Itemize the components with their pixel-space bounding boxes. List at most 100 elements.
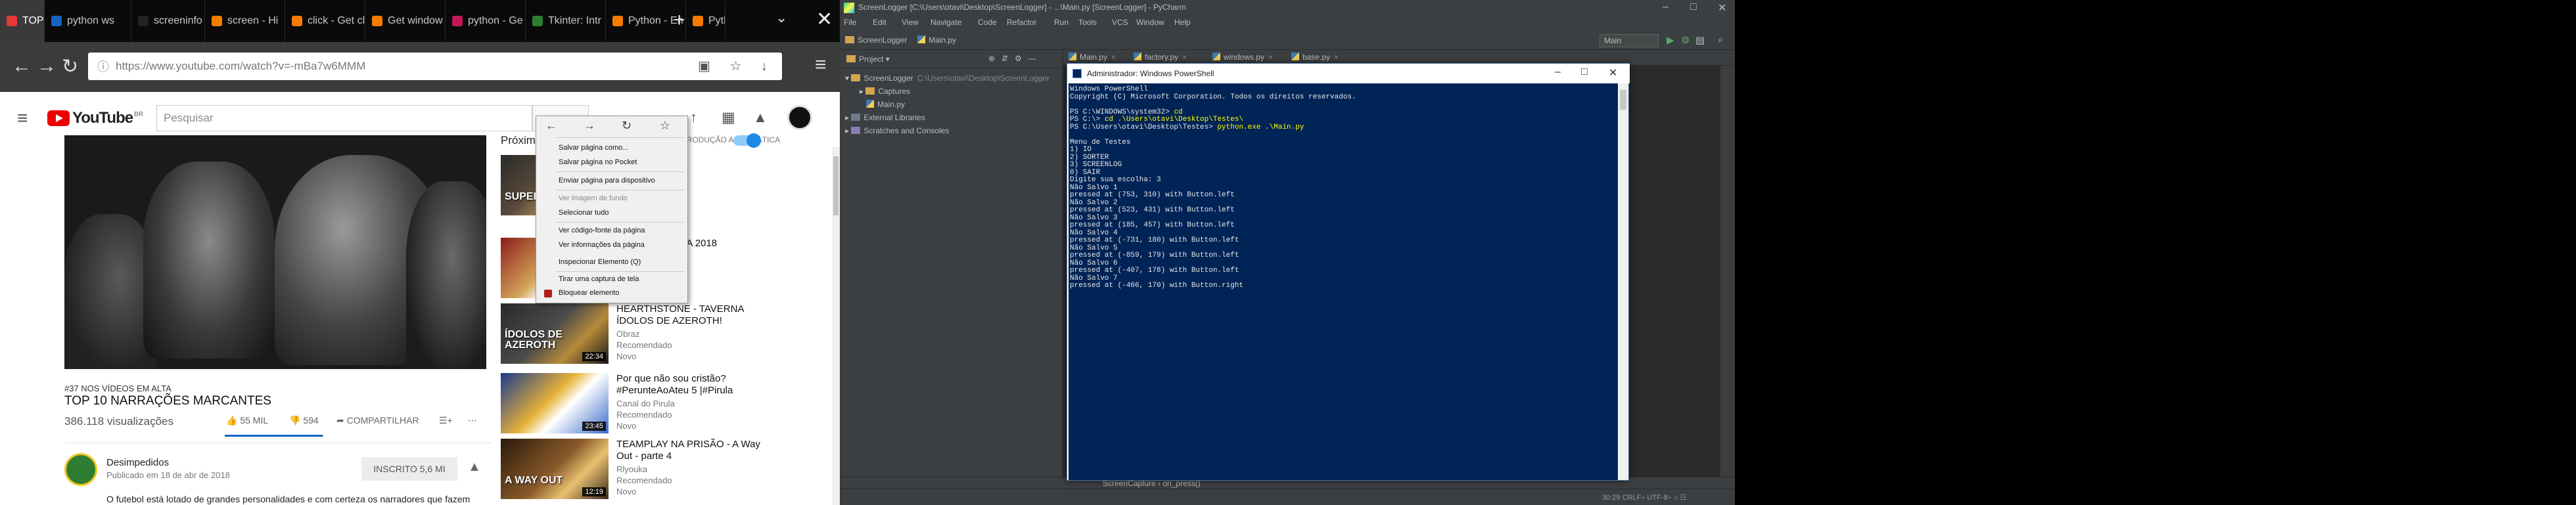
more-actions-icon[interactable]: ⋯: [468, 415, 477, 426]
close-tab-icon[interactable]: ×: [1111, 53, 1116, 62]
project-header-icons[interactable]: ⊕⇵⚙—: [988, 54, 1043, 63]
close-button[interactable]: ✕: [1718, 1, 1726, 14]
site-info-icon[interactable]: ⓘ: [97, 58, 109, 75]
video-player[interactable]: [64, 135, 486, 369]
search-input[interactable]: Pesquisar: [156, 105, 532, 131]
video-thumbnail[interactable]: A WAY OUT 12:19: [501, 439, 609, 499]
youtube-logo[interactable]: YouTube BR: [47, 109, 143, 127]
video-thumbnail[interactable]: ÍDOLOS DE AZEROTH 22:34: [501, 303, 609, 364]
recommended-title[interactable]: HEARTHSTONE - TAVERNA ÍDOLOS DE AZEROTH!: [616, 303, 761, 327]
ctx-reload-icon[interactable]: ↻: [622, 119, 632, 133]
share-button[interactable]: ➦ COMPARTILHAR: [336, 415, 419, 426]
browser-tab[interactable]: python - Ge: [446, 0, 526, 42]
breadcrumb-project[interactable]: ScreenLogger: [845, 35, 907, 45]
ctx-forward-icon[interactable]: →: [584, 119, 595, 133]
menu-refactor[interactable]: Refactor: [1007, 18, 1036, 27]
ctx-bookmark-icon[interactable]: ☆: [660, 119, 670, 133]
recommended-title[interactable]: Por que não sou cristão? #PerunteAoAteu …: [616, 373, 761, 397]
expand-arrow-icon[interactable]: ▸: [845, 113, 851, 122]
channel-name[interactable]: Desimpedidos: [106, 457, 169, 468]
run-icon[interactable]: ▶: [1667, 34, 1674, 46]
url-text[interactable]: https://www.youtube.com/watch?v=-mBa7w6M…: [116, 60, 365, 73]
coverage-icon[interactable]: ▤: [1695, 34, 1705, 46]
maximize-button[interactable]: □: [1690, 1, 1697, 13]
browser-tab[interactable]: Get window: [365, 0, 446, 42]
channel-avatar[interactable]: [64, 453, 97, 486]
close-window-button[interactable]: ✕: [816, 8, 833, 31]
menu-item-send-to-device[interactable]: Enviar página para dispositivo: [559, 177, 655, 185]
close-button[interactable]: ✕: [1609, 66, 1617, 79]
menu-run[interactable]: Run: [1054, 18, 1069, 27]
breadcrumb-file[interactable]: Main.py: [917, 35, 956, 45]
url-bar-icons[interactable]: ▣ ☆ ↓: [698, 58, 775, 74]
browser-tab[interactable]: python ws: [45, 0, 131, 42]
menu-item-select-all[interactable]: Selecionar tudo: [559, 209, 609, 217]
browser-tab[interactable]: screeninfo: [131, 0, 205, 42]
menu-edit[interactable]: Edit: [873, 18, 886, 27]
reload-button[interactable]: ↻: [62, 55, 78, 78]
status-info[interactable]: 30:29 CRLF÷ UTF-8÷ ⌂ ☷: [1602, 493, 1686, 502]
menu-file[interactable]: File: [844, 18, 856, 27]
menu-item-save-page-as[interactable]: Salvar página como...: [559, 144, 628, 152]
browser-tab[interactable]: Tkinter: Intr: [526, 0, 606, 42]
minimize-button[interactable]: –: [1663, 1, 1668, 13]
like-button[interactable]: 👍 55 MIL: [226, 415, 268, 426]
powershell-console[interactable]: Windows PowerShell Copyright (C) Microsof…: [1069, 83, 1618, 480]
minimize-button[interactable]: –: [1555, 66, 1561, 78]
channel-notification-bell-icon[interactable]: ▲: [468, 460, 481, 475]
editor-tab[interactable]: windows.py ×: [1212, 53, 1273, 62]
menu-item-inspect-element[interactable]: Inspecionar Elemento (Q): [559, 258, 641, 266]
browser-tab[interactable]: screen - Hi: [205, 0, 285, 42]
menu-code[interactable]: Code: [978, 18, 997, 27]
hamburger-menu-button[interactable]: ≡: [815, 54, 827, 76]
add-to-playlist-icon[interactable]: ☰+: [439, 415, 453, 426]
autoplay-toggle[interactable]: [733, 133, 761, 148]
browser-tab[interactable]: click - Get cli: [285, 0, 365, 42]
search-everywhere-icon[interactable]: ⌕: [1718, 34, 1723, 45]
recommended-title[interactable]: TEAMPLAY NA PRISÃO - A Way Out - parte 4: [616, 439, 761, 462]
menu-item-page-info[interactable]: Ver informações da página: [559, 241, 645, 249]
debug-icon[interactable]: ⚙: [1681, 34, 1690, 46]
menu-navigate[interactable]: Navigate: [931, 18, 961, 27]
browser-tab[interactable]: TOP✕: [0, 0, 45, 42]
close-tab-icon[interactable]: ×: [1268, 53, 1273, 62]
expand-arrow-icon[interactable]: [860, 100, 866, 109]
menu-vcs[interactable]: VCS: [1112, 18, 1128, 27]
browser-tab[interactable]: Python -: [686, 0, 725, 42]
tree-item[interactable]: ▸ Scratches and Consoles: [845, 126, 949, 135]
subscribed-button[interactable]: INSCRITO 5,6 MI: [361, 457, 457, 481]
forward-button[interactable]: →: [37, 55, 57, 77]
trending-hashtag[interactable]: #37 NOS VÍDEOS EM ALTA: [64, 384, 172, 393]
run-configuration-select[interactable]: Main: [1599, 34, 1659, 47]
tree-item[interactable]: Main.py: [860, 100, 905, 109]
account-avatar[interactable]: [787, 105, 812, 130]
recommended-video[interactable]: ÍDOLOS DE AZEROTH 22:34 HEARTHSTONE - TAVE…: [501, 303, 829, 369]
expand-arrow-icon[interactable]: ▾: [845, 74, 851, 83]
expand-arrow-icon[interactable]: ▸: [845, 126, 851, 135]
console-scrollbar-thumb[interactable]: [1620, 90, 1626, 110]
editor-tab[interactable]: base.py ×: [1291, 53, 1339, 62]
video-thumbnail[interactable]: 23:45: [501, 373, 609, 433]
menu-item-block-element[interactable]: Bloquear elemento: [559, 289, 619, 297]
guide-menu-icon[interactable]: ≡: [17, 108, 28, 129]
ctx-back-icon[interactable]: ←: [545, 119, 557, 133]
maximize-button[interactable]: □: [1581, 66, 1588, 78]
editor-tab[interactable]: factory.py ×: [1134, 53, 1187, 62]
menu-help[interactable]: Help: [1174, 18, 1191, 27]
new-tab-button[interactable]: +: [674, 9, 685, 32]
menu-item-save-to-pocket[interactable]: Salvar página no Pocket: [559, 158, 637, 166]
tree-item[interactable]: ▸ Captures: [860, 87, 910, 96]
back-button[interactable]: ←: [12, 55, 32, 77]
menu-item-screenshot[interactable]: Tirar uma captura de tela: [559, 275, 639, 283]
list-tabs-button[interactable]: ⌄: [775, 9, 787, 26]
project-view-select[interactable]: Project ▾: [846, 55, 890, 64]
dislike-button[interactable]: 👎 594: [289, 415, 319, 426]
tree-item[interactable]: ▸ External Libraries: [845, 113, 925, 122]
upload-icon[interactable]: ↑: [690, 109, 697, 126]
tree-item[interactable]: ▾ ScreenLogger C:\Users\otavi\Desktop\Scr…: [845, 74, 1049, 83]
recommended-video[interactable]: 23:45 Por que não sou cristão? #PerunteAo…: [501, 373, 829, 439]
expand-arrow-icon[interactable]: ▸: [860, 87, 865, 96]
menu-tools[interactable]: Tools: [1078, 18, 1097, 27]
page-scrollbar-thumb[interactable]: [833, 156, 839, 215]
editor-tab[interactable]: Main.py ×: [1069, 53, 1116, 62]
